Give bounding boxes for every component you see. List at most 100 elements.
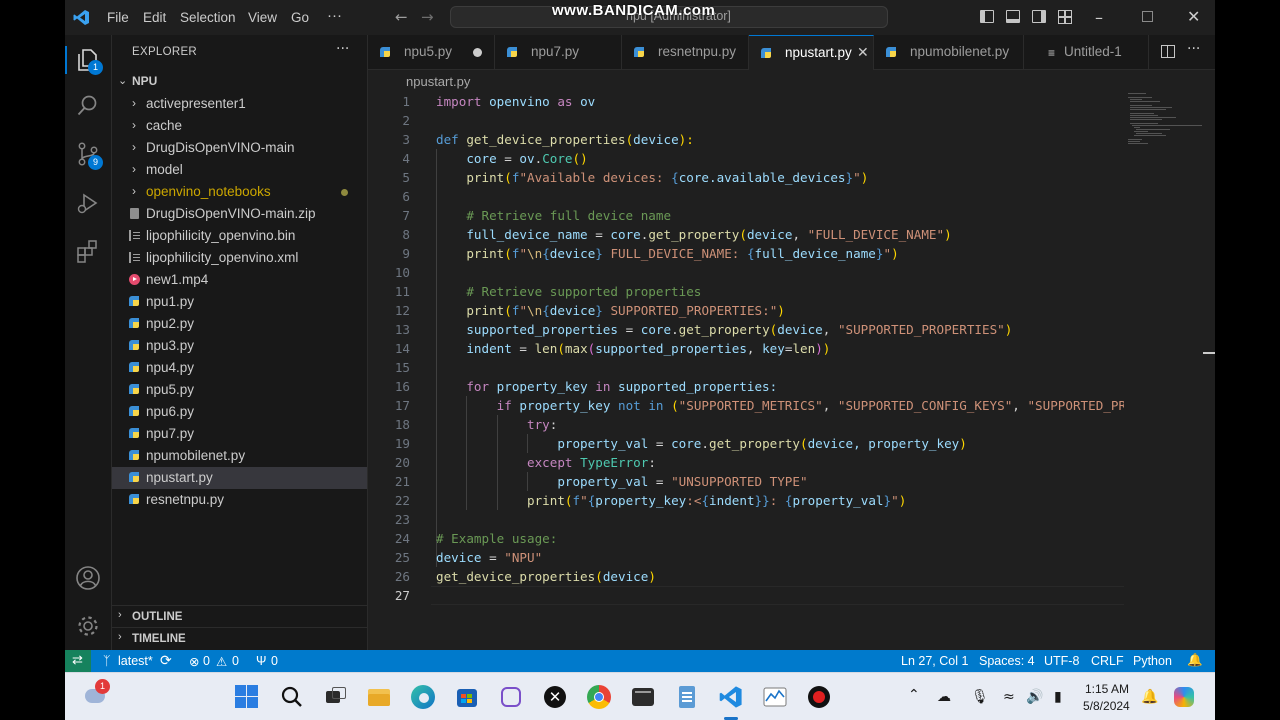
forward-arrow-icon[interactable]: →: [421, 8, 434, 26]
toggle-secondary-sidebar-icon[interactable]: [1032, 10, 1046, 23]
tree-item-activepresenter1[interactable]: › activepresenter1: [112, 93, 367, 115]
menu-view[interactable]: View: [248, 10, 277, 25]
explorer-icon[interactable]: 1: [75, 47, 103, 75]
breadcrumb-file[interactable]: npustart.py: [406, 74, 470, 89]
breadcrumb[interactable]: npustart.py: [368, 70, 1215, 92]
split-editor-icon[interactable]: [1161, 45, 1175, 58]
unsaved-dot-icon[interactable]: [473, 48, 482, 57]
branch-icon[interactable]: ᛉ: [103, 654, 111, 668]
start-windows-icon[interactable]: [235, 685, 259, 709]
warning-count[interactable]: 0: [232, 654, 239, 668]
encoding[interactable]: UTF-8: [1044, 654, 1079, 668]
close-window-icon[interactable]: ✕: [1187, 7, 1200, 26]
menu-selection[interactable]: Selection: [180, 10, 236, 25]
tab-npumobilenet[interactable]: npumobilenet.py: [874, 35, 1024, 70]
minimap[interactable]: [1124, 92, 1215, 650]
microphone-icon[interactable]: 🎙: [971, 689, 989, 705]
copilot-app-icon[interactable]: [499, 685, 523, 709]
tree-item-bin[interactable]: lipophilicity_openvino.bin: [112, 225, 367, 247]
ports-count[interactable]: 0: [271, 654, 278, 668]
menu-go[interactable]: Go: [291, 10, 309, 25]
manage-gear-icon[interactable]: [75, 613, 101, 639]
cursor-position[interactable]: Ln 27, Col 1: [901, 654, 968, 668]
onedrive-sync-icon[interactable]: ☁: [937, 689, 951, 705]
indentation[interactable]: Spaces: 4: [979, 654, 1035, 668]
weather-widget-icon[interactable]: 1: [85, 679, 110, 709]
remote-indicator[interactable]: ⇄: [65, 650, 91, 672]
end-of-line[interactable]: CRLF: [1091, 654, 1124, 668]
tree-item-cache[interactable]: › cache: [112, 115, 367, 137]
tree-item-drugdisopenvino-main[interactable]: › DrugDisOpenVINO-main: [112, 137, 367, 159]
outline-section[interactable]: › OUTLINE: [112, 605, 367, 628]
code-editor[interactable]: 1 2 3 4 5 6 7 8 9 10 11 12 13 14 15 16 17 18 19 20 21 22 23 24 2…: [368, 92, 1124, 650]
notepad-icon[interactable]: [675, 685, 699, 709]
notifications-bell-icon[interactable]: 🔔: [1187, 653, 1203, 668]
tree-item-npu3[interactable]: npu3.py: [112, 335, 367, 357]
vscode-taskbar-icon[interactable]: [719, 685, 743, 709]
tab-npu7[interactable]: npu7.py: [495, 35, 622, 70]
volume-icon[interactable]: 🔊: [1026, 689, 1043, 705]
battery-icon[interactable]: ▮: [1054, 689, 1062, 705]
taskbar-clock-time[interactable]: 1:15 AM: [1085, 682, 1129, 696]
tree-item-npu2[interactable]: npu2.py: [112, 313, 367, 335]
customize-layout-icon[interactable]: [1058, 10, 1072, 24]
tree-item-npustart[interactable]: npustart.py: [112, 467, 367, 489]
tab-untitled-1[interactable]: ≡ Untitled-1: [1024, 35, 1149, 70]
task-manager-icon[interactable]: [763, 685, 787, 709]
toggle-sidebar-icon[interactable]: [980, 10, 994, 23]
tree-item-openvino-notebooks[interactable]: › openvino_notebooks: [112, 181, 367, 203]
run-debug-icon[interactable]: [75, 190, 101, 216]
tree-item-model[interactable]: › model: [112, 159, 367, 181]
task-view-icon[interactable]: [324, 685, 348, 709]
language-mode[interactable]: Python: [1133, 654, 1172, 668]
branch-name[interactable]: latest*: [118, 654, 153, 668]
error-icon[interactable]: ⊗: [189, 654, 199, 669]
file-explorer-icon[interactable]: [367, 685, 391, 709]
sync-icon[interactable]: ⟳: [160, 652, 172, 669]
tree-item-npu6[interactable]: npu6.py: [112, 401, 367, 423]
tree-item-npu7[interactable]: npu7.py: [112, 423, 367, 445]
tree-item-mp4[interactable]: new1.mp4: [112, 269, 367, 291]
tree-item-xml[interactable]: lipophilicity_openvino.xml: [112, 247, 367, 269]
scrollbar-position-marker[interactable]: [1203, 352, 1215, 354]
ports-icon[interactable]: Ψ: [256, 654, 266, 668]
taskbar-clock-date[interactable]: 5/8/2024: [1083, 699, 1130, 713]
tree-item-npumobilenet[interactable]: npumobilenet.py: [112, 445, 367, 467]
xbox-icon[interactable]: ✕: [543, 685, 567, 709]
tree-item-zip[interactable]: DrugDisOpenVINO-main.zip: [112, 203, 367, 225]
menu-edit[interactable]: Edit: [143, 10, 166, 25]
minimize-icon[interactable]: –: [1095, 8, 1103, 27]
tab-resnetnpu[interactable]: resnetnpu.py: [622, 35, 749, 70]
show-hidden-icons-chevron-icon[interactable]: ⌃: [908, 687, 920, 703]
wifi-icon[interactable]: ≈: [1003, 689, 1015, 705]
microsoft-store-icon[interactable]: [455, 685, 479, 709]
taskbar-search-icon[interactable]: [280, 685, 304, 709]
editor-more-actions-icon[interactable]: ···: [1187, 41, 1200, 57]
explorer-more-actions[interactable]: ···: [336, 41, 349, 57]
chrome-browser-icon[interactable]: [587, 685, 611, 709]
menu-more[interactable]: ···: [327, 7, 342, 24]
bandicam-record-icon[interactable]: [807, 685, 831, 709]
close-tab-icon[interactable]: ✕: [857, 44, 869, 61]
timeline-section[interactable]: › TIMELINE: [112, 627, 367, 650]
copilot-preview-icon[interactable]: [1173, 685, 1197, 709]
terminal-icon[interactable]: [631, 685, 655, 709]
error-count[interactable]: 0: [203, 654, 210, 668]
tree-item-npu5[interactable]: npu5.py: [112, 379, 367, 401]
source-control-icon[interactable]: 9: [75, 141, 103, 170]
toggle-panel-icon[interactable]: [1006, 10, 1020, 23]
tab-npustart[interactable]: npustart.py ✕: [749, 35, 874, 70]
folder-header-npu[interactable]: ⌄ NPU: [112, 71, 368, 93]
tree-item-npu4[interactable]: npu4.py: [112, 357, 367, 379]
warning-icon[interactable]: ⚠: [216, 654, 227, 669]
accounts-icon[interactable]: [75, 565, 101, 591]
back-arrow-icon[interactable]: ←: [395, 8, 408, 26]
extensions-icon[interactable]: [75, 238, 101, 264]
menu-file[interactable]: File: [107, 10, 129, 25]
tab-npu5[interactable]: npu5.py: [368, 35, 495, 70]
restore-icon[interactable]: [1142, 11, 1153, 22]
notification-center-bell-icon[interactable]: 🔔: [1141, 689, 1158, 705]
tree-item-npu1[interactable]: npu1.py: [112, 291, 367, 313]
search-icon[interactable]: [75, 93, 101, 119]
edge-browser-icon[interactable]: [411, 685, 435, 709]
